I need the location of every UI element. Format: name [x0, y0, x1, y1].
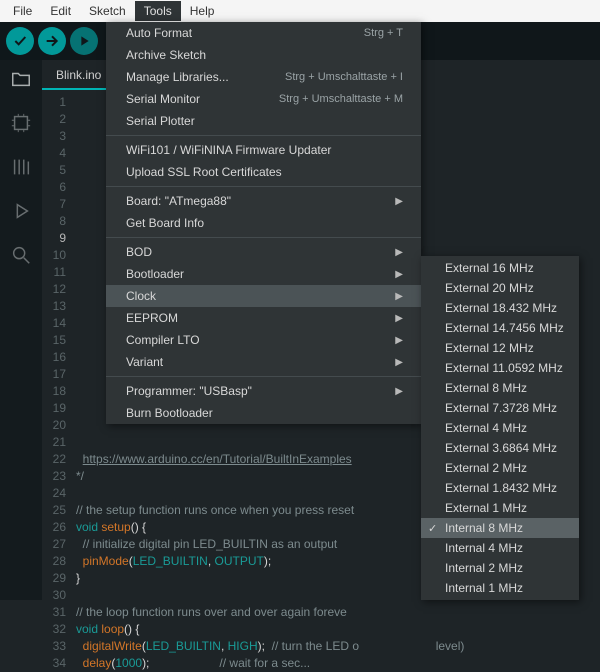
menu-item[interactable]: Archive Sketch: [106, 44, 421, 66]
menu-tools[interactable]: Tools: [135, 1, 181, 21]
menu-help[interactable]: Help: [181, 1, 224, 21]
menu-item[interactable]: Compiler LTO▶: [106, 329, 421, 351]
menu-item[interactable]: Auto FormatStrg + T: [106, 22, 421, 44]
menubar: FileEditSketchToolsHelp: [0, 0, 600, 22]
submenu-item[interactable]: External 12 MHz: [421, 338, 579, 358]
menu-item[interactable]: Manage Libraries...Strg + Umschalttaste …: [106, 66, 421, 88]
chevron-right-icon: ▶: [395, 196, 403, 207]
menu-item[interactable]: Bootloader▶: [106, 263, 421, 285]
board-icon[interactable]: [10, 112, 32, 134]
upload-button[interactable]: [38, 27, 66, 55]
menu-item[interactable]: WiFi101 / WiFiNINA Firmware Updater: [106, 139, 421, 161]
submenu-item[interactable]: Internal 4 MHz: [421, 538, 579, 558]
menu-item[interactable]: Clock▶: [106, 285, 421, 307]
chevron-right-icon: ▶: [395, 247, 403, 258]
submenu-item[interactable]: External 18.432 MHz: [421, 298, 579, 318]
clock-submenu: External 16 MHzExternal 20 MHzExternal 1…: [421, 256, 579, 600]
submenu-item[interactable]: Internal 1 MHz: [421, 578, 579, 598]
tools-menu: Auto FormatStrg + TArchive SketchManage …: [106, 22, 421, 424]
chevron-right-icon: ▶: [395, 386, 403, 397]
submenu-item[interactable]: Internal 2 MHz: [421, 558, 579, 578]
menu-item[interactable]: Serial MonitorStrg + Umschalttaste + M: [106, 88, 421, 110]
submenu-item[interactable]: External 3.6864 MHz: [421, 438, 579, 458]
menu-item[interactable]: Programmer: "USBasp"▶: [106, 380, 421, 402]
chevron-right-icon: ▶: [395, 269, 403, 280]
check-icon: ✓: [428, 522, 437, 535]
chevron-right-icon: ▶: [395, 335, 403, 346]
menu-item[interactable]: Board: "ATmega88"▶: [106, 190, 421, 212]
folder-icon[interactable]: [10, 68, 32, 90]
debug-icon[interactable]: [10, 200, 32, 222]
chevron-right-icon: ▶: [395, 291, 403, 302]
submenu-item[interactable]: External 14.7456 MHz: [421, 318, 579, 338]
submenu-item[interactable]: External 1.8432 MHz: [421, 478, 579, 498]
submenu-item[interactable]: External 2 MHz: [421, 458, 579, 478]
menu-item[interactable]: Serial Plotter: [106, 110, 421, 132]
submenu-item[interactable]: External 20 MHz: [421, 278, 579, 298]
submenu-item[interactable]: External 7.3728 MHz: [421, 398, 579, 418]
activity-bar: [0, 60, 42, 600]
submenu-item[interactable]: External 16 MHz: [421, 258, 579, 278]
menu-sketch[interactable]: Sketch: [80, 1, 135, 21]
submenu-item[interactable]: External 11.0592 MHz: [421, 358, 579, 378]
menu-item[interactable]: Upload SSL Root Certificates: [106, 161, 421, 183]
menu-item[interactable]: BOD▶: [106, 241, 421, 263]
search-icon[interactable]: [10, 244, 32, 266]
menu-item[interactable]: EEPROM▶: [106, 307, 421, 329]
debug-button[interactable]: [70, 27, 98, 55]
verify-button[interactable]: [6, 27, 34, 55]
submenu-item[interactable]: ✓Internal 8 MHz: [421, 518, 579, 538]
chevron-right-icon: ▶: [395, 357, 403, 368]
file-tab[interactable]: Blink.ino: [42, 62, 115, 90]
menu-file[interactable]: File: [4, 1, 41, 21]
menu-edit[interactable]: Edit: [41, 1, 80, 21]
submenu-item[interactable]: External 8 MHz: [421, 378, 579, 398]
submenu-item[interactable]: External 1 MHz: [421, 498, 579, 518]
chevron-right-icon: ▶: [395, 313, 403, 324]
library-icon[interactable]: [10, 156, 32, 178]
menu-item[interactable]: Burn Bootloader: [106, 402, 421, 424]
menu-item[interactable]: Get Board Info: [106, 212, 421, 234]
submenu-item[interactable]: External 4 MHz: [421, 418, 579, 438]
menu-item[interactable]: Variant▶: [106, 351, 421, 373]
